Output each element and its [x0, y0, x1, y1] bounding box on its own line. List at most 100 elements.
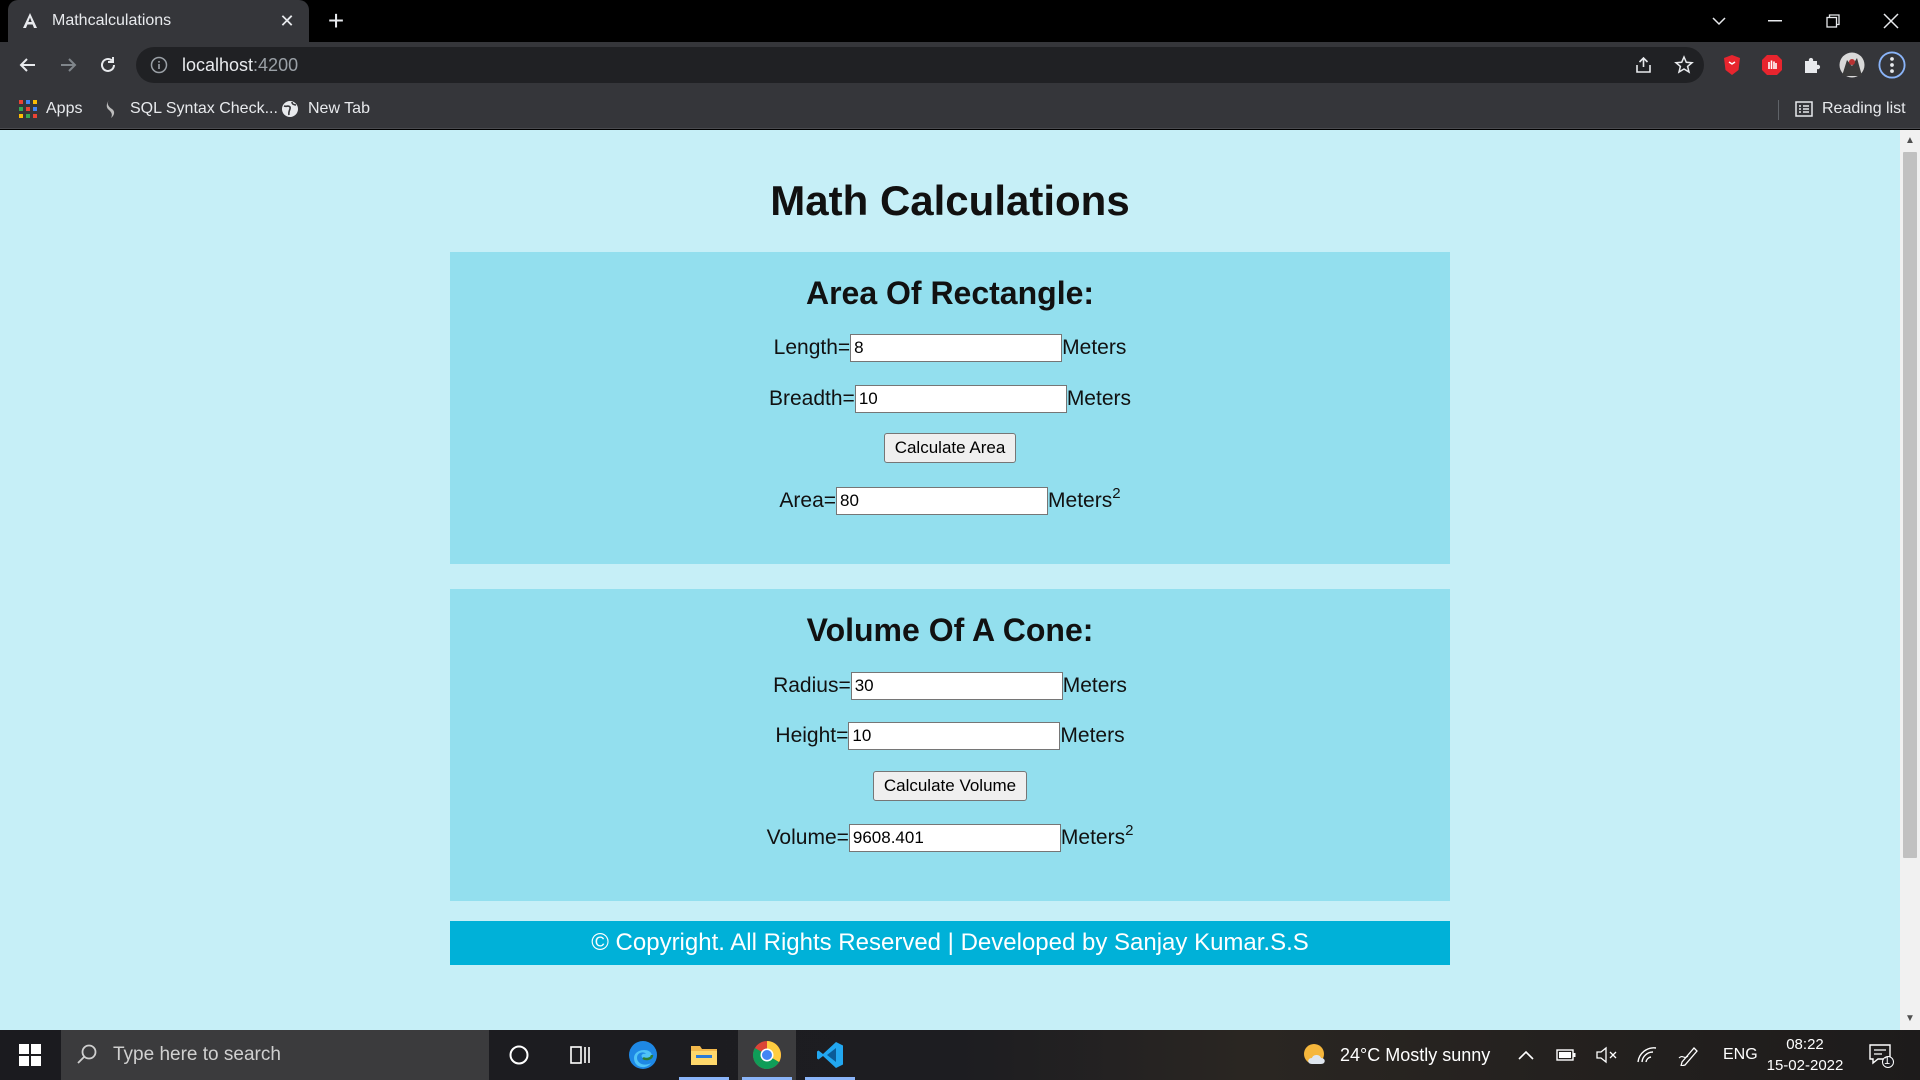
edge-browser-icon[interactable] — [614, 1030, 672, 1080]
length-unit: Meters — [1062, 336, 1127, 359]
share-icon[interactable] — [1630, 47, 1658, 83]
taskbar-search-placeholder: Type here to search — [113, 1044, 281, 1065]
pen-icon[interactable] — [1678, 1030, 1700, 1080]
tray-chevron-icon[interactable] — [1517, 1030, 1535, 1080]
breadth-label: Breadth= — [768, 387, 855, 410]
height-label: Height= — [775, 724, 849, 747]
tab-close-icon[interactable]: ✕ — [277, 11, 297, 31]
volume-exponent: 2 — [1125, 821, 1134, 839]
area-label: Area= — [779, 489, 837, 512]
volume-label: Volume= — [766, 826, 849, 849]
bookmark-star-icon[interactable] — [1670, 47, 1698, 83]
volume-output[interactable] — [848, 824, 1061, 852]
radius-input[interactable] — [850, 672, 1063, 700]
battery-icon[interactable] — [1556, 1030, 1576, 1080]
sql-syntax-icon — [102, 99, 122, 119]
area-button-row: Calculate Area — [450, 433, 1450, 463]
bookmark-label: SQL Syntax Check... — [130, 100, 278, 117]
calculate-volume-button[interactable]: Calculate Volume — [872, 771, 1028, 801]
angular-icon — [20, 11, 40, 31]
bookmarks-bar: Apps SQL Syntax Check... New Tab Reading… — [0, 88, 1920, 129]
length-input[interactable] — [850, 334, 1063, 362]
bookmark-sql-syntax-check[interactable]: SQL Syntax Check... — [102, 96, 278, 122]
bookmark-apps[interactable]: Apps — [18, 96, 82, 122]
rectangle-heading: Area Of Rectangle: — [805, 275, 1095, 311]
height-unit: Meters — [1060, 724, 1125, 747]
apps-grid-icon — [18, 99, 38, 119]
radius-label: Radius= — [773, 674, 851, 697]
breadth-unit: Meters — [1066, 387, 1131, 410]
notifications-icon[interactable]: 1 — [1868, 1030, 1894, 1080]
volume-muted-icon[interactable] — [1596, 1030, 1618, 1080]
area-exponent: 2 — [1112, 484, 1121, 502]
window-close-icon[interactable] — [1862, 0, 1920, 42]
volume-unit: Meters — [1060, 826, 1126, 849]
radius-unit: Meters — [1062, 674, 1127, 697]
task-view-icon[interactable] — [551, 1030, 609, 1080]
restore-icon[interactable] — [1804, 0, 1862, 42]
forward-icon[interactable] — [54, 51, 82, 79]
bookmarks-divider — [1778, 100, 1779, 120]
rectangle-panel: Area Of Rectangle: Length= Meters Breadt… — [450, 252, 1450, 564]
volume-row: Volume= Meters2 — [450, 821, 1450, 852]
reading-list-label: Reading list — [1822, 100, 1906, 117]
reading-list-button[interactable]: Reading list — [1794, 96, 1906, 122]
language-indicator[interactable]: ENG — [1723, 1030, 1758, 1080]
radius-row: Radius= Meters — [450, 672, 1450, 700]
tab-search-icon[interactable] — [1690, 0, 1748, 42]
page-viewport: Math Calculations Area Of Rectangle: Len… — [0, 130, 1900, 1030]
windows-taskbar: Type here to search 24°C Mostly sunny EN… — [0, 1030, 1920, 1080]
weather-widget[interactable]: 24°C Mostly sunny — [1302, 1030, 1490, 1080]
height-input[interactable] — [848, 722, 1061, 750]
volume-button-row: Calculate Volume — [450, 771, 1450, 801]
profile-avatar[interactable] — [1838, 51, 1866, 79]
chrome-menu-icon[interactable] — [1878, 51, 1906, 79]
file-explorer-icon[interactable] — [675, 1030, 733, 1080]
scrollbar-thumb[interactable] — [1903, 152, 1917, 858]
breadth-input[interactable] — [854, 385, 1067, 413]
browser-toolbar: localhost:4200 — [0, 42, 1920, 88]
tab-mathcalculations[interactable]: Mathcalculations ✕ — [8, 0, 309, 42]
cortana-icon[interactable] — [490, 1030, 548, 1080]
bookmark-label: Apps — [46, 100, 83, 117]
url-port: :4200 — [253, 54, 299, 75]
site-info-icon[interactable] — [150, 56, 168, 74]
taskbar-search[interactable]: Type here to search — [61, 1030, 489, 1080]
adblock-hand-icon[interactable] — [1758, 51, 1786, 79]
height-row: Height= Meters — [450, 722, 1450, 750]
bookmark-new-tab[interactable]: New Tab — [280, 96, 370, 122]
scroll-up-icon[interactable]: ▲ — [1900, 132, 1920, 150]
taskbar-clock[interactable]: 08:22 15-02-2022 — [1760, 1034, 1850, 1076]
notifications-count: 1 — [1884, 1055, 1891, 1067]
chrome-taskbar-icon[interactable] — [738, 1030, 796, 1080]
new-tab-button[interactable]: + — [322, 7, 350, 36]
reload-icon[interactable] — [94, 51, 122, 79]
reading-list-icon — [1794, 99, 1814, 119]
area-output[interactable] — [836, 487, 1049, 515]
breadth-row: Breadth= Meters — [450, 385, 1450, 413]
cone-panel: Volume Of A Cone: Radius= Meters Height=… — [450, 589, 1450, 901]
calculate-area-button[interactable]: Calculate Area — [883, 433, 1017, 463]
extensions-puzzle-icon[interactable] — [1798, 51, 1826, 79]
page-title: Math Calculations — [770, 177, 1130, 224]
minimize-icon[interactable] — [1746, 0, 1804, 42]
area-unit: Meters — [1048, 489, 1113, 512]
wifi-icon[interactable] — [1636, 1030, 1658, 1080]
scroll-down-icon[interactable]: ▼ — [1900, 1010, 1920, 1028]
clock-time: 08:22 — [1786, 1036, 1824, 1053]
cone-heading: Volume Of A Cone: — [806, 612, 1094, 648]
weather-sun-icon — [1304, 1044, 1325, 1064]
vscode-icon[interactable] — [801, 1030, 859, 1080]
page-scrollbar[interactable]: ▲ ▼ — [1900, 130, 1920, 1030]
back-icon[interactable] — [14, 51, 42, 79]
area-row: Area= Meters2 — [450, 484, 1450, 515]
weather-text: 24°C Mostly sunny — [1340, 1044, 1491, 1065]
tab-strip: Mathcalculations ✕ + — [0, 0, 1920, 42]
clock-date: 15-02-2022 — [1766, 1057, 1844, 1074]
length-row: Length= Meters — [450, 334, 1450, 362]
address-bar[interactable]: localhost:4200 — [136, 47, 1704, 83]
length-label: Length= — [773, 336, 851, 359]
windows-start-icon[interactable] — [0, 1030, 60, 1080]
brave-shield-icon[interactable] — [1718, 51, 1746, 79]
url-host: localhost — [182, 54, 254, 75]
